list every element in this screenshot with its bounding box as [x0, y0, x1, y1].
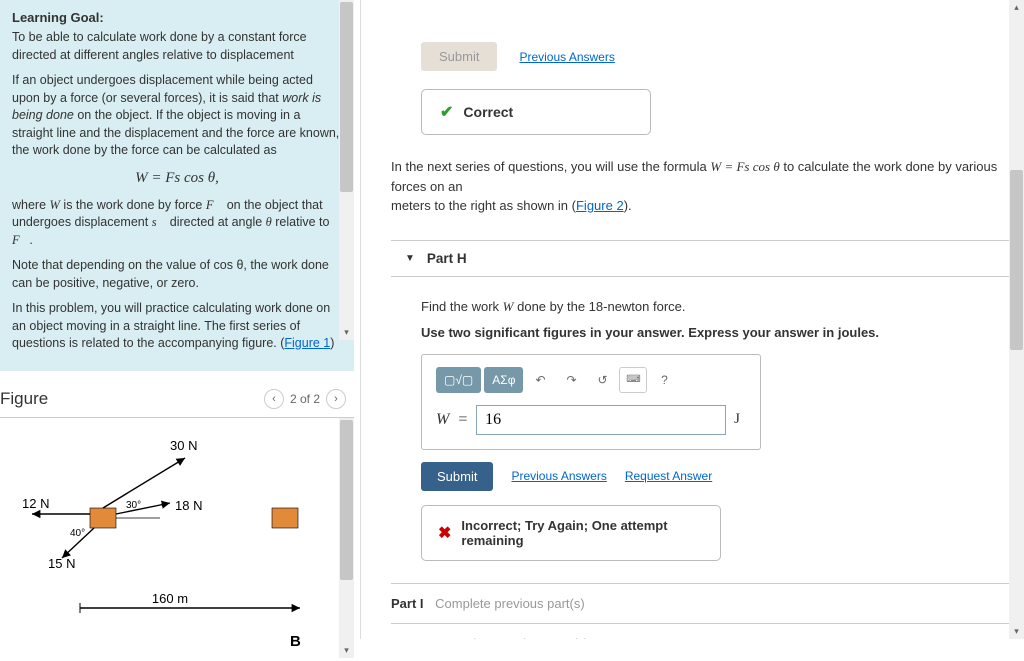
learning-goal-box: Learning Goal: To be able to calculate w…: [0, 0, 354, 371]
figure-canvas: 30 N 18 N 30° 12 N 15 N 40°: [0, 418, 354, 658]
answer-box: ▢√▢ ΑΣφ ↶ ↷ ↺ ⌨ ? W = J: [421, 354, 761, 450]
svg-text:18 N: 18 N: [175, 498, 202, 513]
svg-text:15 N: 15 N: [48, 556, 75, 571]
force-diagram: 30 N 18 N 30° 12 N 15 N 40°: [10, 428, 330, 658]
templates-button[interactable]: ▢√▢: [436, 367, 481, 393]
scroll-thumb[interactable]: [340, 420, 353, 580]
work-formula: W = Fs cos θ,: [12, 170, 342, 187]
part-h-header[interactable]: ▼ Part H: [391, 240, 1024, 277]
intro-text: In the next series of questions, you wil…: [391, 157, 1024, 216]
reset-button[interactable]: ↺: [588, 367, 616, 393]
check-icon: ✔: [440, 102, 453, 122]
submit-button[interactable]: Submit: [421, 462, 493, 491]
right-scrollbar[interactable]: ▴ ▾: [1009, 0, 1024, 639]
answer-unit: J: [734, 411, 740, 428]
part-j-msg: Complete previous part(s): [439, 636, 589, 640]
correct-label: Correct: [463, 104, 513, 120]
pager-prev-button[interactable]: ‹: [264, 389, 284, 409]
incorrect-text: Incorrect; Try Again; One attempt remain…: [461, 518, 704, 548]
keyboard-button[interactable]: ⌨: [619, 367, 647, 393]
part-i-locked: Part I Complete previous part(s): [391, 583, 1024, 623]
correct-feedback: ✔ Correct: [421, 89, 651, 135]
figure-section: Figure ‹ 2 of 2 › 30 N: [0, 389, 354, 658]
svg-text:160 m: 160 m: [152, 591, 188, 606]
left-scrollbar[interactable]: ▴ ▾: [339, 0, 354, 340]
scroll-thumb[interactable]: [1010, 170, 1023, 350]
symbols-button[interactable]: ΑΣφ: [484, 367, 523, 393]
part-i-label: Part I: [391, 596, 424, 611]
svg-text:12 N: 12 N: [22, 496, 49, 511]
help-button[interactable]: ?: [650, 367, 678, 393]
learning-para-1: If an object undergoes displacement whil…: [12, 72, 342, 160]
learning-title: Learning Goal:: [12, 10, 342, 25]
part-h-label: Part H: [427, 251, 467, 266]
scroll-down-icon[interactable]: ▾: [339, 643, 354, 658]
scroll-up-icon[interactable]: ▴: [1009, 0, 1024, 15]
figure-pager: ‹ 2 of 2 ›: [264, 389, 346, 409]
figure-1-link[interactable]: Figure 1: [284, 336, 330, 350]
svg-text:30°: 30°: [126, 500, 141, 511]
question-instruction: Use two significant figures in your answ…: [421, 325, 1004, 340]
learning-practice: In this problem, you will practice calcu…: [12, 300, 342, 353]
answer-input[interactable]: [476, 405, 726, 435]
equation-toolbar: ▢√▢ ΑΣφ ↶ ↷ ↺ ⌨ ?: [436, 367, 746, 393]
incorrect-feedback: ✖ Incorrect; Try Again; One attempt rema…: [421, 505, 721, 561]
figure-title: Figure: [0, 389, 48, 409]
part-i-msg: Complete previous part(s): [435, 596, 585, 611]
learning-note: Note that depending on the value of cos …: [12, 257, 342, 292]
answer-variable: W: [436, 411, 449, 429]
scroll-down-icon[interactable]: ▾: [339, 325, 354, 340]
undo-button[interactable]: ↶: [526, 367, 554, 393]
figure-scrollbar[interactable]: ▴ ▾: [339, 418, 354, 658]
scroll-thumb[interactable]: [340, 2, 353, 192]
equals-sign: =: [457, 411, 468, 429]
submit-button-disabled: Submit: [421, 42, 497, 71]
part-j-label: Part J: [391, 636, 427, 640]
pager-label: 2 of 2: [290, 392, 320, 406]
question-text: Find the work W done by the 18-newton fo…: [421, 299, 1004, 315]
scroll-down-icon[interactable]: ▾: [1009, 624, 1024, 639]
x-icon: ✖: [438, 523, 451, 543]
pager-next-button[interactable]: ›: [326, 389, 346, 409]
svg-text:B: B: [290, 633, 301, 650]
part-j-locked: Part J Complete previous part(s): [391, 623, 1024, 640]
svg-text:40°: 40°: [70, 528, 85, 539]
svg-text:30 N: 30 N: [170, 438, 197, 453]
learning-where: where W is the work done by force F⃗ on …: [12, 197, 342, 250]
previous-answers-link[interactable]: Previous Answers: [511, 469, 606, 483]
learning-goal: To be able to calculate work done by a c…: [12, 29, 342, 64]
collapse-icon[interactable]: ▼: [405, 253, 415, 264]
request-answer-link[interactable]: Request Answer: [625, 469, 712, 483]
previous-answers-link[interactable]: Previous Answers: [519, 50, 614, 64]
figure-2-link[interactable]: Figure 2: [576, 198, 624, 213]
redo-button[interactable]: ↷: [557, 367, 585, 393]
